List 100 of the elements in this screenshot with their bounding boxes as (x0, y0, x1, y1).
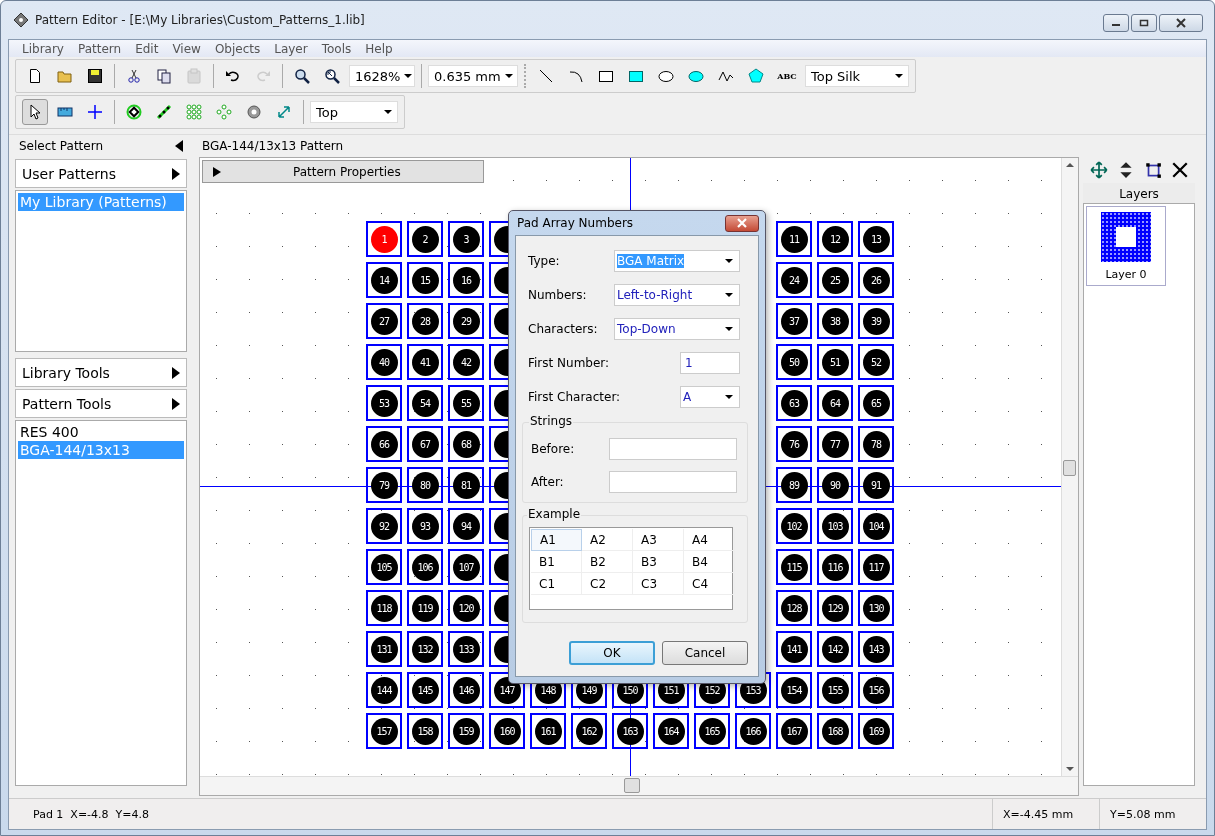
list-item[interactable]: RES 400 (18, 423, 184, 441)
via-icon (246, 104, 262, 120)
grid-size-combo[interactable]: 0.635 mm (428, 65, 518, 87)
field-label: After: (531, 474, 564, 489)
plus-icon (87, 104, 103, 120)
accordion-header[interactable]: User Patterns (15, 159, 187, 188)
menu-item[interactable]: Objects (207, 41, 268, 56)
play-icon (213, 166, 221, 177)
table-cell: B4 (684, 551, 735, 573)
group-title: Example (527, 507, 582, 521)
pad-icon (126, 104, 142, 120)
scroll-down-icon (1066, 767, 1074, 771)
app-logo-icon (13, 12, 29, 28)
table-cell: A4 (684, 529, 735, 551)
frame-select-icon (1143, 161, 1162, 179)
dialog-button[interactable]: Cancel (662, 641, 748, 665)
table-cell: B3 (633, 551, 684, 573)
close-icon (737, 218, 747, 228)
scissors-icon (126, 68, 142, 84)
vertical-scrollbar[interactable] (1061, 158, 1078, 776)
dialog-title: Pad Array Numbers (517, 216, 634, 230)
input-field[interactable] (609, 470, 737, 493)
pad-grid-icon (186, 104, 202, 120)
accordion-header[interactable]: Library Tools (15, 358, 187, 387)
field-label: First Number: (528, 356, 610, 370)
pad-circle-icon (216, 104, 232, 120)
scroll-thumb[interactable] (624, 778, 640, 793)
menu-item[interactable]: Edit (128, 41, 166, 56)
caret-icon (895, 74, 903, 78)
menu-item[interactable]: View (165, 41, 208, 56)
properties-bar[interactable]: Pattern Properties (202, 160, 484, 183)
status-text: Pad 1 X=-4.8 Y=4.8 (32, 807, 150, 821)
table-cell: C1 (531, 573, 582, 595)
caret-icon (725, 259, 733, 263)
layer-combo[interactable]: Top Silk (805, 65, 909, 87)
field-label: Before: (531, 441, 575, 456)
text-tool-button[interactable]: ABC (773, 63, 801, 89)
field-label: Characters: (528, 322, 598, 336)
table-cell: A3 (633, 529, 684, 551)
menu-item[interactable]: Pattern (70, 41, 129, 56)
select-tool-button[interactable] (22, 99, 48, 125)
maximize-button[interactable] (1131, 14, 1157, 32)
menu-item[interactable]: Help (358, 41, 400, 56)
magnifier-arrow-icon (324, 68, 340, 84)
pattern-title: BGA-144/13x13 Pattern (201, 138, 345, 155)
input-field[interactable] (609, 437, 737, 460)
close-button[interactable] (1159, 14, 1203, 32)
ellipse-icon (658, 68, 674, 84)
filled-rectangle-icon (628, 68, 644, 84)
layer-name: Layer 0 (1105, 267, 1147, 281)
pad-layer-combo[interactable]: Top (310, 101, 398, 123)
minimize-button[interactable] (1103, 14, 1129, 32)
menu-item[interactable]: Library (15, 41, 71, 56)
close-icon (1176, 18, 1186, 28)
y-coordinate: Y=5.08 mm (1099, 799, 1206, 829)
table-cell: B1 (531, 551, 582, 573)
move-arrows-icon (1089, 161, 1108, 179)
table-cell: B2 (582, 551, 633, 573)
panel-title: Select Pattern (19, 139, 103, 153)
undo-icon (225, 68, 241, 84)
folder-icon (57, 68, 73, 84)
cursor-icon (27, 104, 43, 120)
table-cell: C4 (684, 573, 735, 595)
dropdown[interactable]: A (680, 386, 740, 408)
dropdown[interactable]: Left-to-Right (614, 284, 740, 306)
horizontal-scrollbar[interactable] (200, 776, 1078, 795)
scroll-up-icon (1066, 163, 1074, 167)
filled-ellipse-icon (688, 68, 704, 84)
menu-item[interactable]: Layer (267, 41, 315, 56)
layer-card[interactable]: Layer 0 (1086, 206, 1166, 286)
dropdown[interactable]: Top-Down (614, 318, 740, 340)
triangle-icon (172, 167, 180, 180)
menu-item[interactable]: Tools (314, 41, 359, 56)
arc-icon (568, 68, 584, 84)
properties-title: Pattern Properties (293, 164, 401, 179)
field-label: Type: (528, 254, 560, 268)
caret-icon (504, 74, 513, 78)
field-label: First Character: (528, 390, 621, 404)
dialog-button[interactable]: OK (569, 641, 655, 665)
accordion-header[interactable]: Pattern Tools (15, 389, 187, 418)
zoom-combo[interactable]: 1628% (349, 65, 415, 87)
restore-icon (1139, 18, 1149, 28)
layers-title: Layers (1083, 183, 1195, 203)
caret-icon (725, 395, 733, 399)
ruler-icon (57, 104, 73, 120)
triangle-icon (172, 397, 180, 410)
field-label: Numbers: (528, 288, 587, 302)
group-title: Strings (529, 414, 574, 428)
input-field[interactable]: 1 (680, 352, 740, 374)
caret-icon (725, 327, 733, 331)
layer-thumbnail-drawing (1101, 211, 1151, 262)
close-button[interactable] (725, 214, 759, 232)
pad-row-icon (156, 104, 172, 120)
redo-icon (255, 68, 271, 84)
table-cell: A2 (582, 529, 633, 551)
close-icon (1170, 161, 1189, 179)
drawing-canvas[interactable] (200, 158, 1061, 776)
scroll-thumb[interactable] (1063, 460, 1076, 476)
magnifier-icon (294, 68, 310, 84)
file-icon (27, 68, 43, 84)
